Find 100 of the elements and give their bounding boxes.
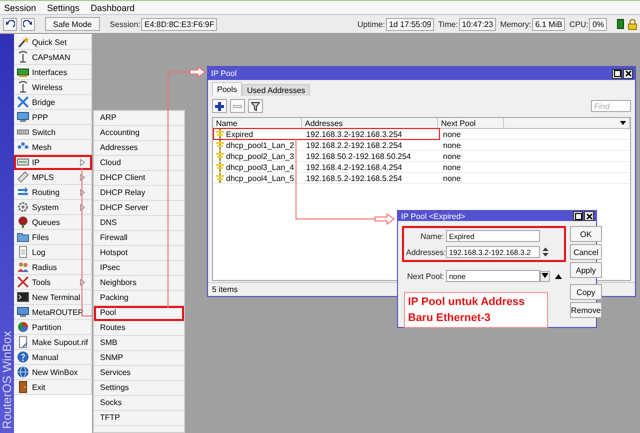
filter-icon: [251, 102, 260, 110]
undo-button[interactable]: [3, 18, 17, 30]
sidebar-item[interactable]: PPP: [14, 110, 92, 125]
redo-button[interactable]: [21, 18, 35, 30]
submenu-item[interactable]: Packing: [94, 291, 184, 306]
submenu-item[interactable]: Neighbors: [94, 276, 184, 291]
submenu-item[interactable]: Pool: [94, 306, 184, 321]
submenu-item[interactable]: Settings: [94, 381, 184, 396]
submenu-item[interactable]: Socks: [94, 396, 184, 411]
table-cell-text: 192.168.3.2-192.168.3.254: [305, 130, 404, 138]
sidebar-item[interactable]: Manual: [14, 350, 92, 365]
table-cell-text: none: [442, 130, 462, 138]
pool-icon: [215, 140, 225, 150]
sidebar-item[interactable]: Mesh: [14, 140, 92, 155]
document-icon: [17, 336, 29, 348]
table-row[interactable]: Expired 192.168.3.2-192.168.3.254 none: [213, 129, 630, 140]
dropdown-arrow-icon: [620, 121, 626, 125]
column-header[interactable]: Name: [213, 118, 302, 128]
close-icon: [586, 212, 592, 220]
submenu-item[interactable]: DHCP Server: [94, 201, 184, 216]
antenna-icon: [17, 51, 29, 63]
field-label: Name:: [419, 232, 444, 240]
tab[interactable]: Used Addresses: [242, 84, 310, 96]
dialog-button[interactable]: Apply: [570, 262, 602, 278]
submenu-item[interactable]: DHCP Relay: [94, 186, 184, 201]
sidebar-item[interactable]: MetaROUTER: [14, 305, 92, 320]
menu-item[interactable]: Dashboard: [90, 2, 135, 12]
safe-mode-button[interactable]: Safe Mode: [45, 17, 100, 31]
maximize-button[interactable]: [573, 211, 583, 221]
sidebar-item[interactable]: System: [14, 200, 92, 215]
dialog-button[interactable]: OK: [570, 226, 602, 242]
sidebar-item[interactable]: Routing: [14, 185, 92, 200]
submenu-item[interactable]: Addresses: [94, 141, 184, 156]
sidebar-item[interactable]: IP: [14, 155, 92, 170]
submenu-item[interactable]: DHCP Client: [94, 171, 184, 186]
sidebar-item[interactable]: CAPsMAN: [14, 50, 92, 65]
dropdown-button[interactable]: [540, 270, 550, 282]
sidebar-item[interactable]: Queues: [14, 215, 92, 230]
tab[interactable]: Pools: [212, 82, 242, 96]
field-label: Addresses:: [406, 248, 444, 256]
stat-value: 0%: [589, 18, 607, 30]
sidebar-item[interactable]: Radius: [14, 260, 92, 275]
maximize-button[interactable]: [612, 68, 622, 78]
submenu-item[interactable]: Routes: [94, 321, 184, 336]
close-button[interactable]: [584, 211, 594, 221]
table-row[interactable]: dhcp_pool2_Lan_3 192.168.50.2-192.168.50.254 none: [213, 151, 630, 162]
table-row[interactable]: dhcp_pool4_Lan_5 192.168.5.2-192.168.5.254 none: [213, 173, 630, 184]
field-label: Next Pool:: [406, 272, 444, 280]
pool-icon: [215, 129, 225, 139]
table-cell: dhcp_pool4_Lan_5: [226, 174, 294, 182]
filter-button[interactable]: [248, 99, 263, 113]
table-row[interactable]: dhcp_pool3_Lan_4 192.168.4.2-192.168.4.254 none: [213, 162, 630, 173]
redo-icon: [23, 20, 33, 28]
square-icon: [574, 212, 582, 220]
sidebar-item[interactable]: New Terminal: [14, 290, 92, 305]
sidebar-item[interactable]: Files: [14, 230, 92, 245]
add-button[interactable]: [212, 99, 227, 113]
table-row[interactable]: dhcp_pool1_Lan_2 192.168.2.2-192.168.2.254 none: [213, 140, 630, 151]
pool-icon: [215, 173, 225, 183]
submenu-item[interactable]: ARP: [94, 111, 184, 126]
sidebar-item[interactable]: Exit: [14, 380, 92, 395]
submenu-item[interactable]: Cloud: [94, 156, 184, 171]
sidebar-item[interactable]: Partition: [14, 320, 92, 335]
sidebar-item[interactable]: MPLS: [14, 170, 92, 185]
stat-value: 6.1 MiB: [532, 18, 566, 30]
submenu-item[interactable]: Accounting: [94, 126, 184, 141]
column-header[interactable]: Addresses: [302, 118, 438, 128]
dialog-button[interactable]: Cancel: [570, 244, 602, 260]
submenu-item[interactable]: Firewall: [94, 231, 184, 246]
stat-label: Memory:: [500, 20, 532, 28]
sidebar-item[interactable]: Bridge: [14, 95, 92, 110]
sidebar-item[interactable]: Quick Set: [14, 35, 92, 50]
stat-label: Uptime:: [357, 20, 385, 28]
session-label: Session:: [110, 20, 140, 28]
sidebar-item[interactable]: Interfaces: [14, 65, 92, 80]
table-cell: Expired: [226, 130, 254, 138]
table-cell-text: none: [442, 162, 462, 172]
menu-item[interactable]: Settings: [47, 2, 80, 12]
search-field[interactable]: Find: [591, 100, 631, 112]
sidebar-item[interactable]: Log: [14, 245, 92, 260]
column-header[interactable]: Next Pool: [438, 118, 504, 128]
sidebar-item[interactable]: Tools: [14, 275, 92, 290]
sidebar-item[interactable]: Switch: [14, 125, 92, 140]
sidebar-item[interactable]: Make Supout.rif: [14, 335, 92, 350]
submenu-item[interactable]: DNS: [94, 216, 184, 231]
submenu-item[interactable]: Services: [94, 366, 184, 381]
dialog-button[interactable]: Remove: [570, 302, 602, 318]
menu-item[interactable]: Session: [4, 2, 36, 12]
terminal-icon: [17, 291, 29, 303]
globe-icon: [17, 366, 29, 378]
submenu-item[interactable]: Hotspot: [94, 246, 184, 261]
sidebar-item[interactable]: New WinBox: [14, 365, 92, 380]
sidebar-item[interactable]: Wireless: [14, 80, 92, 95]
submenu-item[interactable]: IPsec: [94, 261, 184, 276]
close-button[interactable]: [623, 68, 633, 78]
submenu-item[interactable]: SMB: [94, 336, 184, 351]
monitor-icon: [17, 306, 29, 318]
submenu-item[interactable]: SNMP: [94, 351, 184, 366]
submenu-item[interactable]: TFTP: [94, 411, 184, 426]
dialog-button[interactable]: Copy: [570, 284, 602, 300]
